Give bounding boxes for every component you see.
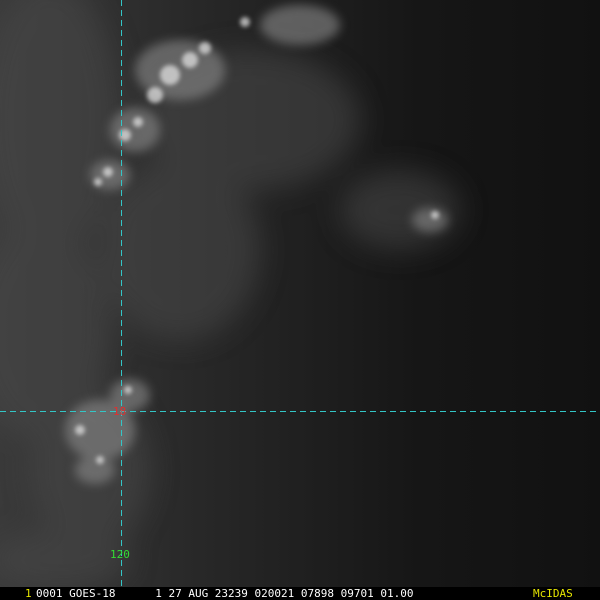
latitude-label: 18 xyxy=(113,405,127,418)
image-metadata-text: 0001 GOES-18 1 27 AUG 23239 020021 07898… xyxy=(36,587,414,600)
satellite-image-viewer: 18 120 1 0001 GOES-18 1 27 AUG 23239 020… xyxy=(0,0,600,600)
longitude-label: 120 xyxy=(110,548,130,561)
status-bar: 1 0001 GOES-18 1 27 AUG 23239 020021 078… xyxy=(0,587,600,600)
mcidas-brand: McIDAS xyxy=(533,587,573,600)
frame-number: 1 xyxy=(25,587,32,600)
satellite-imagery xyxy=(0,0,600,600)
